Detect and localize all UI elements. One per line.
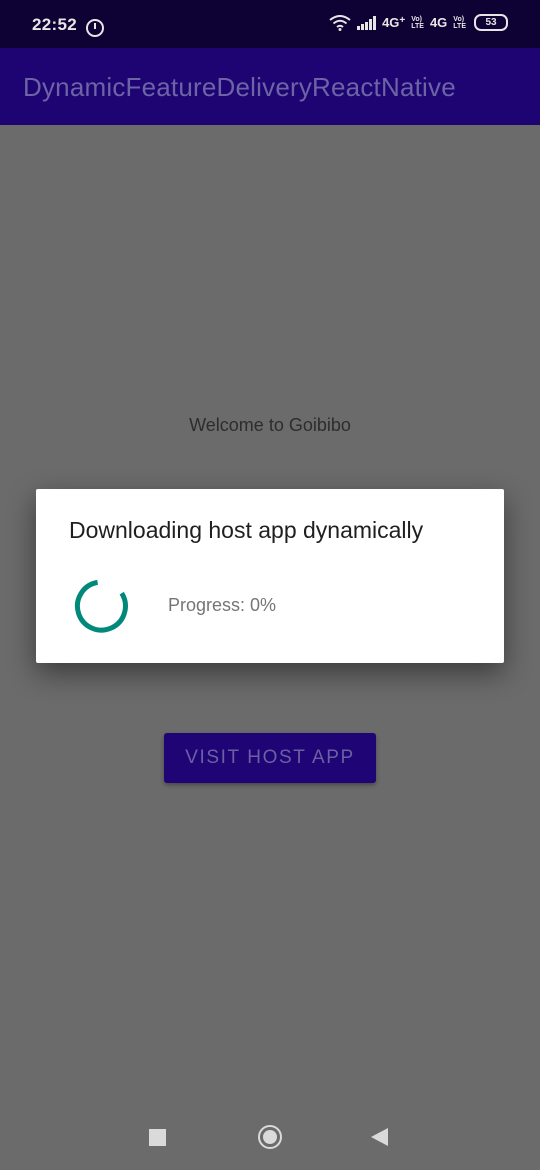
back-icon[interactable]	[371, 1128, 388, 1146]
status-bar: 22:52 4G+ Vo) LTE 4G Vo) LTE 53	[0, 0, 540, 48]
volte-badge-1: Vo) LTE	[411, 15, 424, 30]
battery-icon: 53	[474, 14, 508, 31]
status-indicators: 4G+ Vo) LTE 4G Vo) LTE 53	[329, 14, 508, 31]
alarm-icon	[86, 19, 104, 37]
home-icon[interactable]	[258, 1125, 282, 1149]
progress-spinner-icon	[75, 579, 128, 633]
visit-host-app-button[interactable]: VISIT HOST APP	[164, 733, 376, 783]
network-type-2: 4G	[429, 15, 448, 30]
dialog-title: Downloading host app dynamically	[69, 517, 424, 543]
app-bar: DynamicFeatureDeliveryReactNative	[0, 48, 540, 125]
signal-icon	[357, 15, 377, 30]
status-time: 22:52	[32, 15, 77, 34]
navigation-bar	[0, 1105, 540, 1170]
network-type-1: 4G+	[382, 15, 406, 30]
volte-badge-2: Vo) LTE	[453, 15, 466, 30]
wifi-icon	[329, 14, 351, 31]
welcome-text: Welcome to Goibibo	[189, 415, 351, 435]
progress-text: Progress: 0%	[168, 595, 277, 615]
recents-icon[interactable]	[149, 1129, 166, 1146]
download-progress-dialog: Downloading host app dynamically Progres…	[36, 489, 504, 663]
screen: 22:52 4G+ Vo) LTE 4G Vo) LTE 53 DynamicF…	[0, 0, 540, 1170]
app-title: DynamicFeatureDeliveryReactNative	[23, 72, 456, 102]
